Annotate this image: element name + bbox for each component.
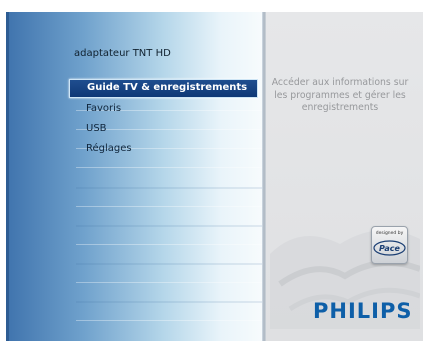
menu-item-favoris[interactable]: Favoris — [78, 101, 258, 118]
divider-line — [76, 187, 262, 189]
pace-logo-badge: designed by Pace — [371, 226, 408, 264]
divider-line — [76, 206, 262, 207]
divider-line — [76, 320, 262, 321]
menu-item-usb[interactable]: USB — [78, 121, 258, 138]
menu-item-guide-tv[interactable]: Guide TV & enregistrements — [69, 79, 258, 98]
menu-item-label: Guide TV & enregistrements — [87, 82, 248, 93]
philips-logo: PHILIPS — [313, 299, 413, 323]
menu-item-label: Réglages — [86, 143, 132, 154]
pace-logo-icon: Pace — [373, 240, 406, 256]
pace-logo-text: Pace — [379, 244, 400, 253]
divider-line — [76, 225, 262, 227]
divider-line — [76, 263, 262, 265]
divider-line — [76, 244, 262, 245]
badge-caption: designed by — [375, 231, 404, 236]
divider-line — [76, 282, 262, 283]
menu-panel — [6, 12, 262, 341]
menu-item-reglages[interactable]: Réglages — [78, 141, 258, 158]
divider-line — [76, 167, 262, 168]
item-description: Accéder aux informations sur les program… — [271, 77, 409, 113]
divider-line — [76, 301, 262, 303]
menu-item-label: Favoris — [86, 103, 122, 114]
menu-item-label: USB — [86, 123, 107, 134]
panel-edge — [6, 12, 9, 341]
device-title: adaptateur TNT HD — [74, 48, 171, 59]
